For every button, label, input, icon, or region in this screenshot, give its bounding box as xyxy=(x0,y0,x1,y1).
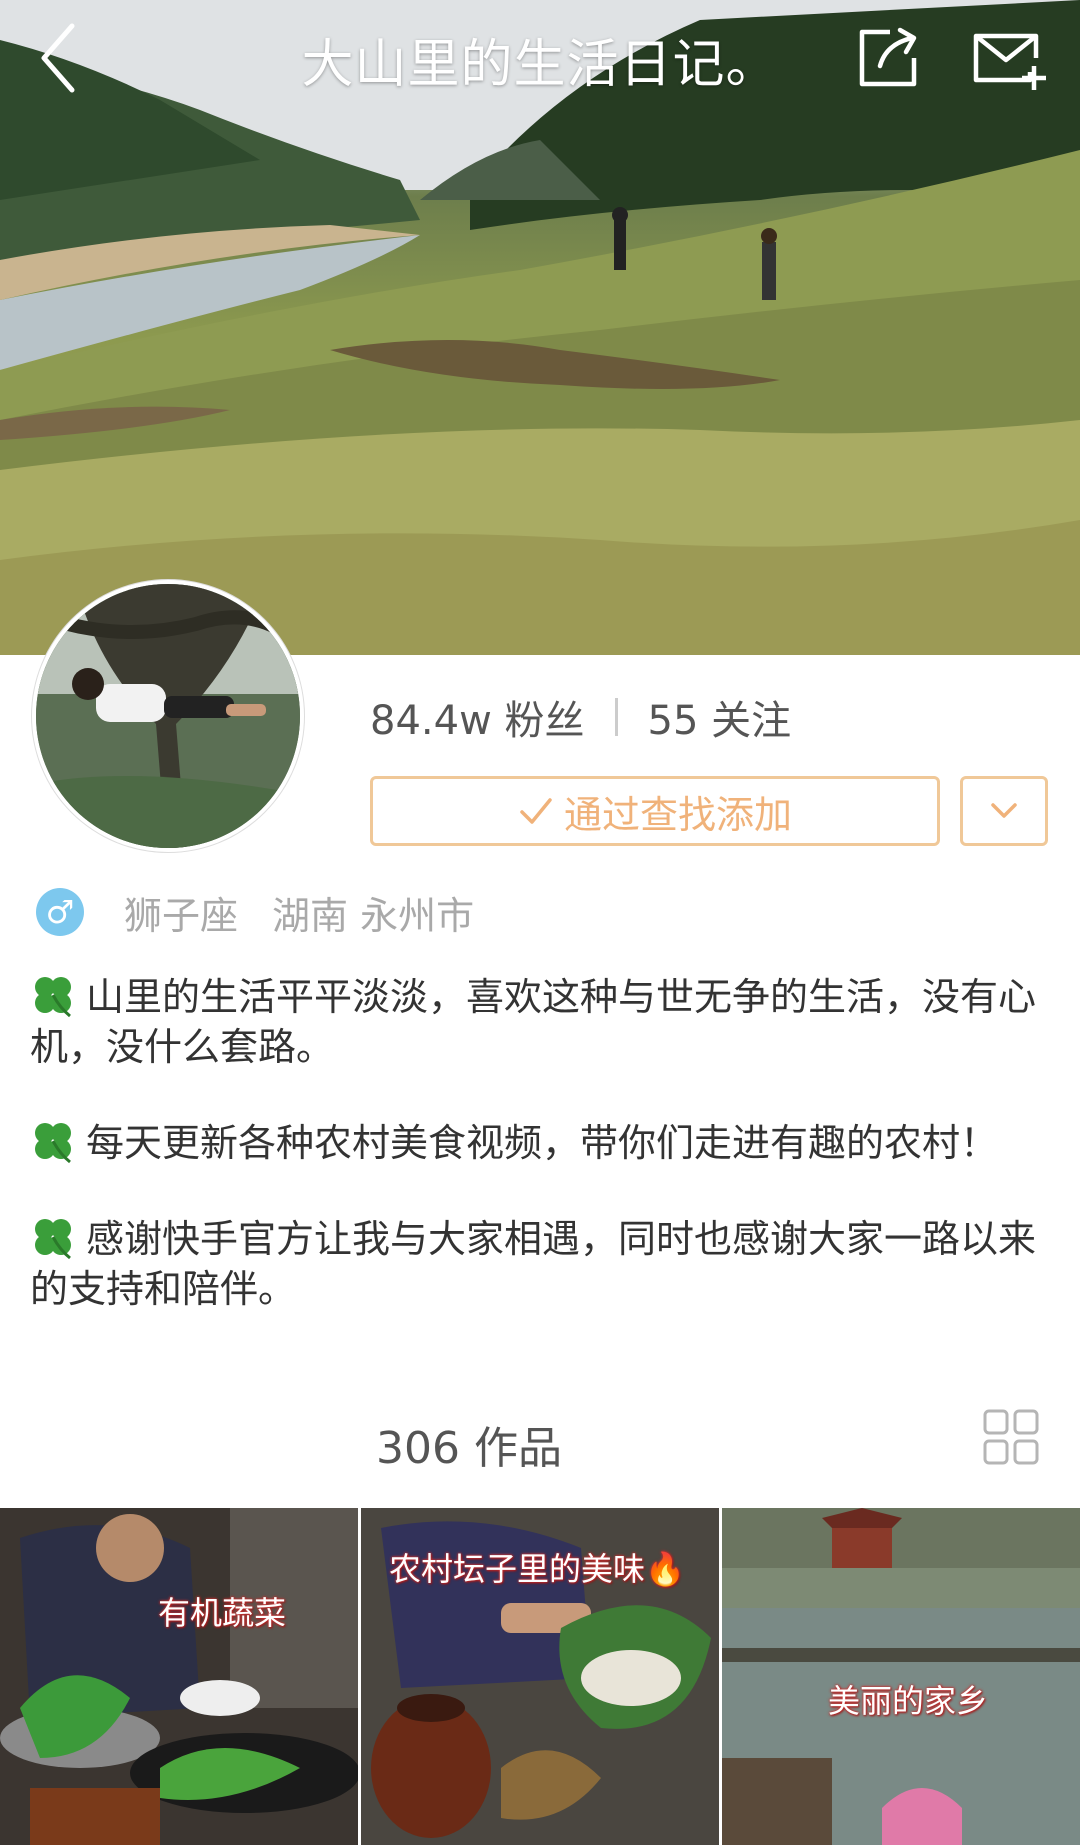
follow-status-label: 通过查找添加 xyxy=(563,792,792,837)
grid-view-icon xyxy=(983,1409,1039,1465)
works-grid: 有机蔬菜 农村坛子里的美味🔥 美丽的家乡 xyxy=(0,1508,1080,1845)
bio-text: 感谢快手官方让我与大家相遇，同时也感谢大家一路以来的支持和陪伴。 xyxy=(30,1217,1037,1311)
location-label: 湖南 永州市 xyxy=(272,893,475,938)
video-thumbnail[interactable]: 美丽的家乡 xyxy=(722,1508,1080,1845)
thumbnail-caption: 美丽的家乡 xyxy=(828,1682,989,1720)
avatar[interactable] xyxy=(32,580,304,852)
bio-text: 山里的生活平平淡淡，喜欢这种与世无争的生活，没有心机，没什么套路。 xyxy=(30,975,1037,1069)
grid-view-button[interactable] xyxy=(982,1408,1040,1466)
follow-status-button[interactable]: 通过查找添加 xyxy=(370,776,940,846)
works-count[interactable]: 306 作品 xyxy=(376,1412,562,1476)
male-gender-icon: ♂ xyxy=(36,888,84,936)
four-leaf-clover-icon xyxy=(35,977,71,1018)
bio-paragraph: 山里的生活平平淡淡，喜欢这种与世无争的生活，没有心机，没什么套路。 xyxy=(30,972,1050,1072)
checkmark-icon xyxy=(520,798,552,824)
chevron-down-icon xyxy=(991,803,1017,818)
share-icon xyxy=(859,27,917,87)
profile-meta: ♂ 狮子座 湖南 永州市 xyxy=(36,888,474,938)
follow-stats: 84.4w 粉丝 55 关注 xyxy=(370,688,791,746)
four-leaf-clover-icon xyxy=(35,1123,71,1164)
top-nav-bar: 大山里的生活日记。 xyxy=(0,0,1080,110)
thumbnail-caption: 有机蔬菜 xyxy=(158,1594,287,1632)
video-thumbnail[interactable]: 农村坛子里的美味🔥 xyxy=(361,1508,719,1845)
zodiac-label: 狮子座 xyxy=(124,893,239,938)
following-count[interactable]: 55 关注 xyxy=(648,698,792,744)
four-leaf-clover-icon xyxy=(35,1219,71,1260)
bio-paragraph: 每天更新各种农村美食视频，带你们走进有趣的农村！ xyxy=(30,1118,1050,1168)
cover-photo: 大山里的生活日记。 xyxy=(0,0,1080,655)
more-options-button[interactable] xyxy=(960,776,1048,846)
followers-count[interactable]: 84.4w 粉丝 xyxy=(370,698,585,744)
bio-paragraph: 感谢快手官方让我与大家相遇，同时也感谢大家一路以来的支持和陪伴。 xyxy=(30,1214,1050,1314)
video-thumbnail[interactable]: 有机蔬菜 xyxy=(0,1508,358,1845)
bio-section: 山里的生活平平淡淡，喜欢这种与世无争的生活，没有心机，没什么套路。 每天更新各种… xyxy=(30,972,1050,1360)
avatar-image xyxy=(36,584,300,848)
stats-divider xyxy=(614,698,618,736)
bio-text: 每天更新各种农村美食视频，带你们走进有趣的农村！ xyxy=(86,1121,999,1165)
mail-plus-icon xyxy=(973,33,1046,90)
thumbnail-image xyxy=(0,1508,358,1845)
share-button[interactable] xyxy=(852,22,924,94)
thumbnail-caption: 农村坛子里的美味🔥 xyxy=(389,1550,685,1588)
message-button[interactable] xyxy=(970,22,1050,94)
